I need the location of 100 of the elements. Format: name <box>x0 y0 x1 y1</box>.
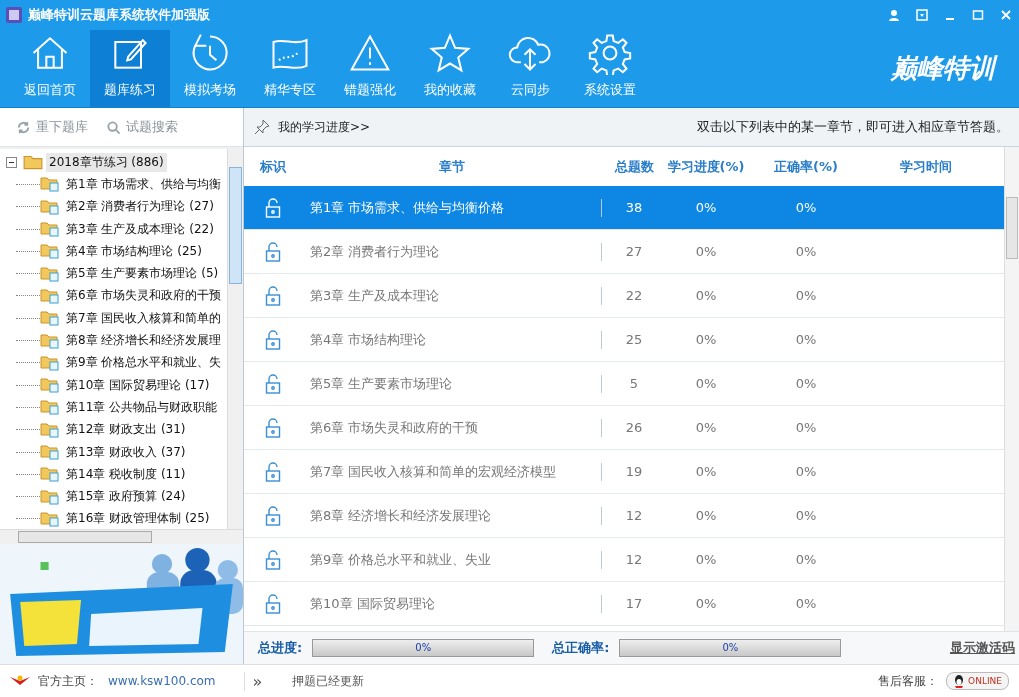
table-cell-text: 27 <box>624 244 644 259</box>
unlock-icon <box>265 505 281 526</box>
table-cell-text: 0% <box>694 420 718 435</box>
tree-item[interactable]: 第7章 国民收入核算和简单的 <box>63 308 225 328</box>
table-row[interactable]: 第9章 价格总水平和就业、失业 12 0% 0% <box>244 538 1004 582</box>
toolbar-button[interactable]: 系统设置 <box>570 30 650 107</box>
table-cell-text: 0% <box>694 200 718 215</box>
toolbar-button[interactable]: 返回首页 <box>10 30 90 107</box>
toolbar-button[interactable]: 云同步 <box>490 30 570 107</box>
table-cell-text: 0% <box>694 464 718 479</box>
table-cell: 第7章 国民收入核算和简单的宏观经济模型 <box>302 462 602 481</box>
unlock-icon <box>265 197 281 218</box>
table-cell-text: 0% <box>794 200 818 215</box>
summary-label: 总正确率: <box>552 639 610 657</box>
expand-button[interactable]: » <box>243 671 263 691</box>
tree-item[interactable]: 第13章 财政收入 (37) <box>63 442 189 462</box>
toolbar-button[interactable]: 题库练习 <box>90 30 170 107</box>
table-row[interactable]: 第3章 生产及成本理论 22 0% 0% <box>244 274 1004 318</box>
tree-item[interactable]: 第16章 财政管理体制 (25) <box>63 509 213 529</box>
table-cell-text: 0% <box>794 332 818 347</box>
homepage-label: 官方主页： <box>38 672 98 690</box>
table-cell-text: 12 <box>624 552 644 567</box>
column-header: 总题数 <box>613 157 655 176</box>
toolbar-button[interactable]: 模拟考场 <box>170 30 250 107</box>
column-header: 学习进度(%) <box>666 157 746 176</box>
tree-item[interactable]: 第12章 财政支出 (31) <box>63 420 189 440</box>
chapter-icon <box>40 377 60 394</box>
chapter-icon <box>40 176 60 193</box>
progress-bar: 0% <box>619 639 842 657</box>
window-title: 巅峰特训云题库系统软件加强版 <box>28 6 210 24</box>
tree-item[interactable]: 第15章 政府预算 (24) <box>63 487 189 507</box>
vertical-scrollbar[interactable] <box>1004 147 1019 631</box>
chapter-icon <box>40 444 60 460</box>
table-cell-text: 5 <box>628 376 640 391</box>
homepage-link[interactable]: www.ksw100.com <box>108 674 216 688</box>
table-cell-text: 0% <box>694 508 718 523</box>
toolbar-button[interactable]: 我的收藏 <box>410 30 490 107</box>
tree-item[interactable]: 第11章 公共物品与财政职能 <box>63 397 221 417</box>
chapter-icon <box>40 488 60 505</box>
table-cell: 第1章 市场需求、供给与均衡价格 <box>302 198 602 217</box>
table-cell-text: 17 <box>624 596 644 611</box>
table-row[interactable]: 第1章 市场需求、供给与均衡价格 38 0% 0% <box>244 186 1004 230</box>
table-cell: 第9章 价格总水平和就业、失业 <box>302 550 602 569</box>
table-row[interactable]: 第6章 市场失灵和政府的干预 26 0% 0% <box>244 406 1004 450</box>
activation-link[interactable]: 显示激活码 <box>950 639 1015 657</box>
toolbar-button[interactable]: 精华专区 <box>250 30 330 107</box>
summary-label: 总进度: <box>258 639 303 657</box>
sidebar-action[interactable]: 试题搜索 <box>106 118 178 136</box>
folder-icon <box>23 154 43 171</box>
table-cell-text: 0% <box>794 244 818 259</box>
tree-item[interactable]: 第10章 国际贸易理论 (17) <box>63 375 213 395</box>
table-cell-text: 0% <box>794 552 818 567</box>
tree-item[interactable]: 第3章 生产及成本理论 (22) <box>63 219 217 239</box>
table-cell-text: 22 <box>624 288 644 303</box>
progress-link[interactable]: 我的学习进度>> <box>278 118 371 136</box>
sidebar-action[interactable]: 重下题库 <box>16 118 88 136</box>
unlock-icon <box>265 549 281 570</box>
search-icon <box>106 119 121 135</box>
tree-item[interactable]: 第5章 生产要素市场理论 (5) <box>63 264 222 284</box>
unlock-icon <box>265 593 281 614</box>
table-cell: 第10章 国际贸易理论 <box>302 594 602 613</box>
tree-item[interactable]: 第8章 经济增长和经济发展理 <box>63 331 225 350</box>
progress-bar: 0% <box>312 639 535 657</box>
table-row[interactable]: 第8章 经济增长和经济发展理论 12 0% 0% <box>244 494 1004 538</box>
chapter-icon <box>40 354 60 371</box>
table-row[interactable]: 第2章 消费者行为理论 27 0% 0% <box>244 230 1004 274</box>
table-row[interactable]: 第5章 生产要素市场理论 5 0% 0% <box>244 362 1004 406</box>
vertical-scrollbar[interactable] <box>227 149 243 529</box>
toolbar-button[interactable]: 错题强化 <box>330 30 410 107</box>
maximize-icon[interactable] <box>971 8 985 22</box>
dropdown-icon[interactable] <box>915 8 929 22</box>
table-cell: 第2章 消费者行为理论 <box>302 242 602 261</box>
expander-icon[interactable] <box>6 156 17 168</box>
chapter-icon <box>40 421 60 438</box>
tree-item[interactable]: 第4章 市场结构理论 (25) <box>63 241 205 261</box>
unlock-icon <box>265 417 281 438</box>
table-row[interactable]: 第7章 国民收入核算和简单的宏观经济模型 19 0% 0% <box>244 450 1004 494</box>
tree-item[interactable]: 第1章 市场需求、供给与均衡 <box>63 174 225 194</box>
tree-item[interactable]: 2018章节练习 (886) <box>46 152 167 172</box>
chapter-icon <box>40 510 60 527</box>
unlock-icon <box>265 329 281 350</box>
user-icon[interactable] <box>887 8 901 22</box>
tree-item[interactable]: 第9章 价格总水平和就业、失 <box>63 353 225 373</box>
chapter-icon <box>40 287 60 304</box>
table-cell-text: 25 <box>624 332 644 347</box>
hint-text: 双击以下列表中的某一章节，即可进入相应章节答题。 <box>697 118 1009 136</box>
table-cell-text: 0% <box>794 376 818 391</box>
unlock-icon <box>265 285 281 306</box>
table-cell-text: 0% <box>794 508 818 523</box>
tree-item[interactable]: 第14章 税收制度 (11) <box>63 464 189 484</box>
app-icon <box>6 7 22 23</box>
tree-item[interactable]: 第6章 市场失灵和政府的干预 <box>63 286 225 306</box>
table-row[interactable]: 第4章 市场结构理论 25 0% 0% <box>244 318 1004 362</box>
wing-logo-icon <box>10 675 30 687</box>
horizontal-scrollbar[interactable] <box>0 529 243 544</box>
table-cell-text: 0% <box>694 552 718 567</box>
table-row[interactable]: 第10章 国际贸易理论 17 0% 0% <box>244 582 1004 626</box>
tree-item[interactable]: 第2章 消费者行为理论 (27) <box>63 197 217 217</box>
online-badge[interactable]: ONLINE <box>946 672 1009 690</box>
close-icon[interactable] <box>999 8 1013 22</box>
